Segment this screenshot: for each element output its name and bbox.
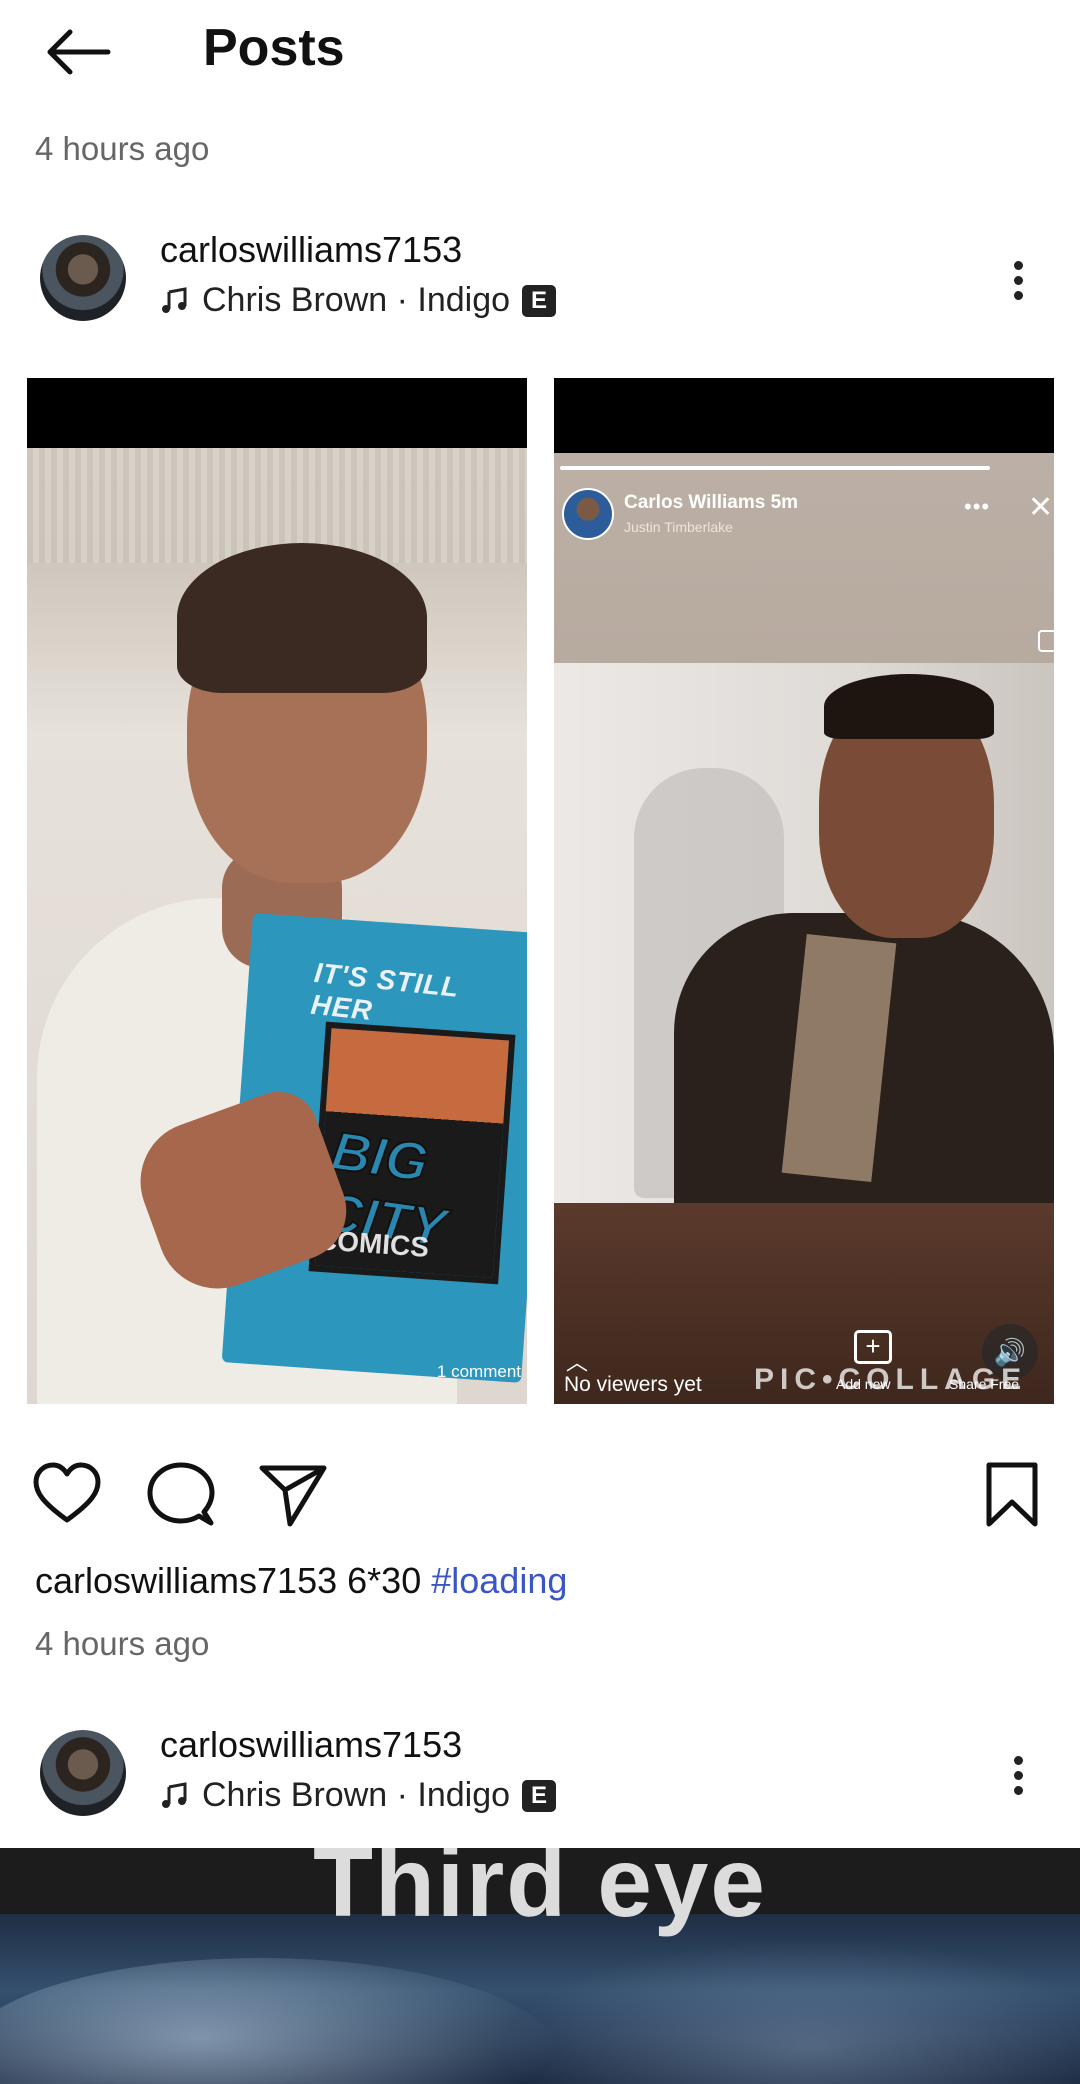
smoke-texture xyxy=(0,1958,560,2084)
like-button[interactable] xyxy=(32,1460,102,1530)
back-arrow-icon xyxy=(47,29,111,75)
story-close-icon: ✕ xyxy=(1028,491,1054,524)
timestamp: 4 hours ago xyxy=(35,130,210,167)
more-vertical-icon-dot xyxy=(1013,1786,1023,1795)
send-icon xyxy=(259,1465,327,1527)
music-label: Chris Brown · Indigo xyxy=(202,1776,511,1814)
explicit-badge: E xyxy=(522,1779,557,1812)
music-info[interactable]: Chris Brown · Indigo E xyxy=(160,1776,557,1815)
story-name: Carlos Williams 5m xyxy=(624,492,799,513)
more-vertical-icon xyxy=(1013,1756,1023,1765)
more-options-button[interactable] xyxy=(1000,1750,1036,1810)
more-vertical-icon xyxy=(1013,261,1023,270)
heart-icon xyxy=(33,1462,101,1523)
page-title: Posts xyxy=(203,19,345,77)
smoke-texture xyxy=(500,1938,1080,2084)
photo-hair xyxy=(824,674,994,739)
explicit-badge: E xyxy=(522,284,557,317)
username[interactable]: carloswilliams7153 xyxy=(160,229,462,271)
story-progress-bar xyxy=(560,466,990,470)
music-note-icon xyxy=(162,1781,187,1808)
image-bar xyxy=(27,378,527,448)
music-note-icon xyxy=(162,286,187,313)
photo-hair xyxy=(177,543,427,693)
more-vertical-icon-dot xyxy=(1013,1771,1023,1780)
top-bar: Posts xyxy=(0,0,1080,110)
post-header: carloswilliams7153 Chris Brown · Indigo … xyxy=(0,229,1080,345)
comment-icon xyxy=(147,1462,215,1526)
story-music: Justin Timberlake xyxy=(624,519,733,535)
timestamp: 4 hours ago xyxy=(35,1625,210,1662)
story-more-icon: ••• xyxy=(964,494,991,519)
story-avatar xyxy=(562,488,614,540)
bookmark-icon xyxy=(986,1462,1038,1527)
watermark: PIC•COLLAGE xyxy=(754,1363,1028,1396)
add-icon: + xyxy=(854,1330,892,1364)
music-info[interactable]: Chris Brown · Indigo E xyxy=(160,281,557,320)
username[interactable]: carloswilliams7153 xyxy=(160,1724,462,1766)
avatar[interactable] xyxy=(40,235,126,321)
collage-image-right[interactable]: Carlos Williams 5m Justin Timberlake •••… xyxy=(554,378,1054,1404)
music-label: Chris Brown · Indigo xyxy=(202,281,511,319)
viewers-label: No viewers yet xyxy=(564,1373,702,1396)
image-title: Third eye xyxy=(313,1848,767,1937)
avatar[interactable] xyxy=(40,1730,126,1816)
caption-text: 6*30 xyxy=(347,1560,422,1601)
caption-hashtag[interactable]: #loading xyxy=(431,1560,567,1601)
back-button[interactable] xyxy=(38,22,118,82)
camera-icon xyxy=(1038,630,1054,652)
caption-username[interactable]: carloswilliams7153 xyxy=(35,1560,337,1601)
comment-count: 1 comment xyxy=(436,1362,521,1381)
post-caption: carloswilliams7153 6*30 #loading xyxy=(35,1560,567,1602)
save-button[interactable] xyxy=(977,1460,1047,1530)
image-bar xyxy=(554,378,1054,453)
post-header: carloswilliams7153 Chris Brown · Indigo … xyxy=(0,1724,1080,1840)
more-options-button[interactable] xyxy=(1000,255,1036,315)
collage-image-left[interactable]: IT'S STILL HER BIG CITY COMICS 1 comment xyxy=(27,378,527,1404)
post-image[interactable]: Third eye xyxy=(0,1848,1080,2084)
comment-button[interactable] xyxy=(146,1460,216,1530)
more-vertical-icon-dot xyxy=(1013,291,1023,300)
more-vertical-icon-dot xyxy=(1013,276,1023,285)
post-actions xyxy=(0,1460,1080,1540)
share-button[interactable] xyxy=(258,1460,328,1530)
